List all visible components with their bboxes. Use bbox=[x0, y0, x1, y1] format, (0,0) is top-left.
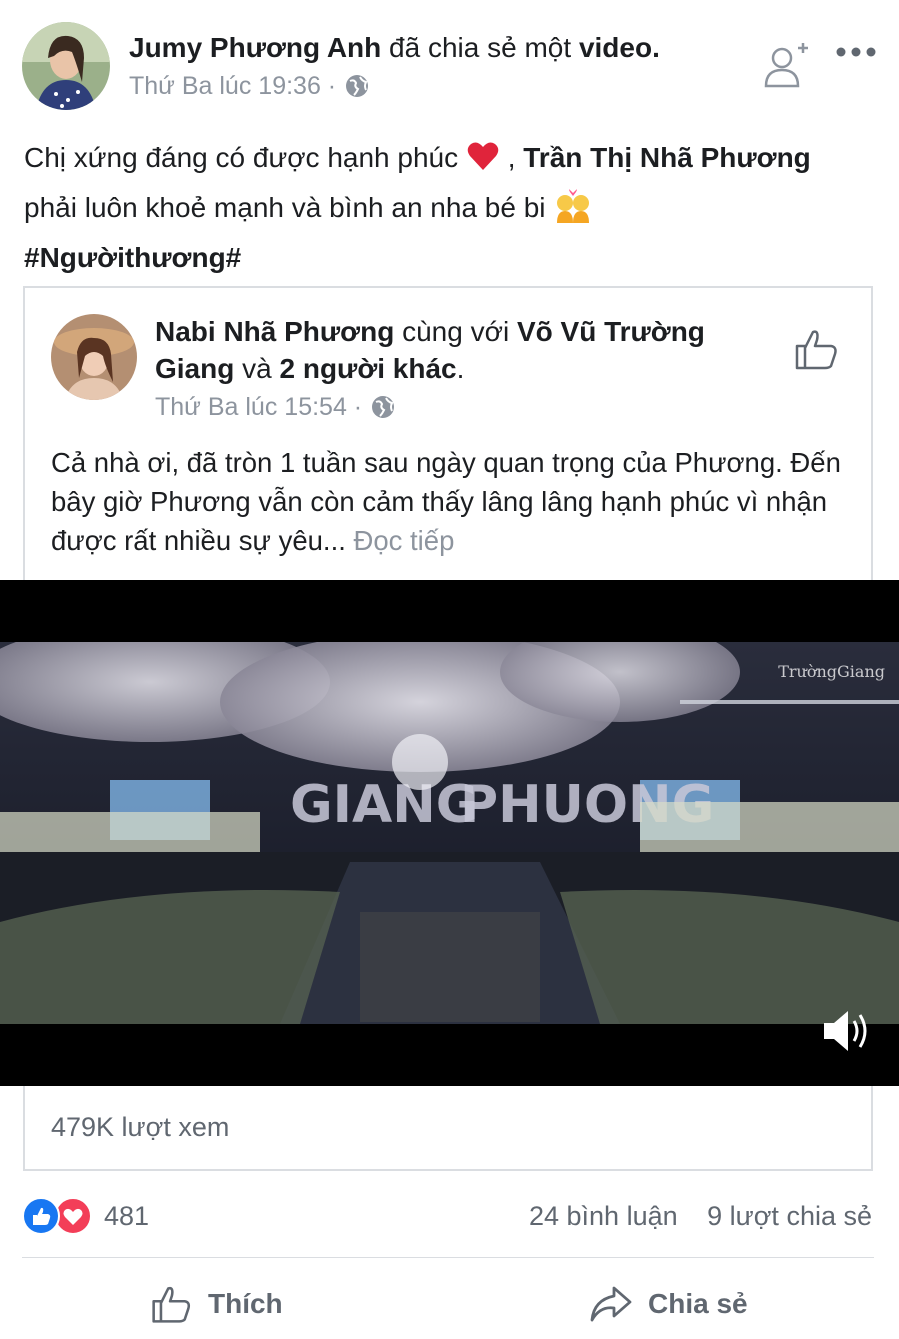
shared-post-body: Cả nhà ơi, đã tròn 1 tuần sau ngày quan … bbox=[51, 443, 851, 560]
author-name[interactable]: Jumy Phương Anh bbox=[129, 32, 381, 63]
post-meta: Thứ Ba lúc 19:36 · bbox=[129, 70, 370, 102]
heart-emoji-icon bbox=[466, 139, 500, 173]
comments-count[interactable]: 24 bình luận bbox=[529, 1201, 678, 1231]
author-avatar[interactable] bbox=[22, 22, 110, 110]
add-friend-icon[interactable] bbox=[762, 38, 810, 90]
volume-icon[interactable] bbox=[820, 1005, 874, 1057]
video-watermark: TrườngGiang bbox=[778, 662, 885, 681]
with-text: cùng với bbox=[402, 316, 510, 347]
globe-icon bbox=[370, 394, 396, 420]
shared-author-avatar[interactable] bbox=[51, 314, 137, 400]
share-button-label: Chia sẻ bbox=[648, 1288, 748, 1319]
post-timestamp[interactable]: Thứ Ba lúc 19:36 · bbox=[129, 70, 336, 102]
share-button[interactable]: Chia sẻ bbox=[590, 1280, 748, 1328]
view-count: 479K lượt xem bbox=[51, 1112, 230, 1142]
share-action-text: đã chia sẻ một bbox=[389, 32, 572, 63]
mention-link[interactable]: Trần Thị Nhã Phương bbox=[523, 142, 811, 173]
post-text-part3: phải luôn khoẻ mạnh và bình an nha bé bi bbox=[24, 192, 546, 223]
post-text-part2: , bbox=[507, 142, 524, 173]
share-arrow-icon bbox=[590, 1286, 632, 1322]
shared-post-meta: Thứ Ba lúc 15:54 · bbox=[155, 391, 396, 423]
post-text: Chị xứng đáng có được hạnh phúc , Trần T… bbox=[24, 133, 864, 283]
video-frame: GIANG PHUONG bbox=[0, 642, 899, 1024]
shared-object-link[interactable]: video. bbox=[579, 32, 660, 63]
post-header-title: Jumy Phương Anh đã chia sẻ một video. bbox=[129, 30, 660, 66]
hashtag-link[interactable]: #Ngườithương# bbox=[24, 242, 241, 273]
post-header: Jumy Phương Anh đã chia sẻ một video. Th… bbox=[0, 0, 899, 120]
video-player[interactable]: GIANG PHUONG TrườngGiang bbox=[0, 580, 899, 1086]
thumbs-up-icon bbox=[152, 1286, 191, 1323]
like-button[interactable]: Thích bbox=[150, 1280, 283, 1328]
and-text: và bbox=[242, 353, 272, 384]
divider bbox=[22, 1257, 874, 1258]
title-period: . bbox=[456, 353, 465, 384]
post-text-part1: Chị xứng đáng có được hạnh phúc bbox=[24, 142, 459, 173]
like-reaction-icon bbox=[22, 1197, 60, 1235]
couple-kiss-emoji-icon bbox=[553, 189, 590, 223]
more-icon[interactable] bbox=[834, 38, 878, 66]
others-link[interactable]: 2 người khác bbox=[279, 353, 456, 384]
shared-timestamp[interactable]: Thứ Ba lúc 15:54 · bbox=[155, 391, 362, 423]
shares-count[interactable]: 9 lượt chia sẻ bbox=[707, 1201, 872, 1231]
reaction-count: 481 bbox=[104, 1200, 150, 1231]
globe-icon bbox=[344, 73, 370, 99]
like-button-label: Thích bbox=[208, 1288, 283, 1319]
see-more-link[interactable]: Đọc tiếp bbox=[354, 525, 455, 556]
reactions-summary[interactable]: 481 bbox=[22, 1195, 149, 1237]
shared-post-title: Nabi Nhã Phương cùng với Võ Vũ Trường Gi… bbox=[155, 313, 765, 387]
svg-text:GIANG: GIANG bbox=[290, 775, 478, 835]
engagement-counts: 24 bình luận 9 lượt chia sẻ bbox=[529, 1198, 872, 1234]
thumbs-up-icon[interactable] bbox=[793, 326, 839, 372]
shared-author-name[interactable]: Nabi Nhã Phương bbox=[155, 316, 394, 347]
